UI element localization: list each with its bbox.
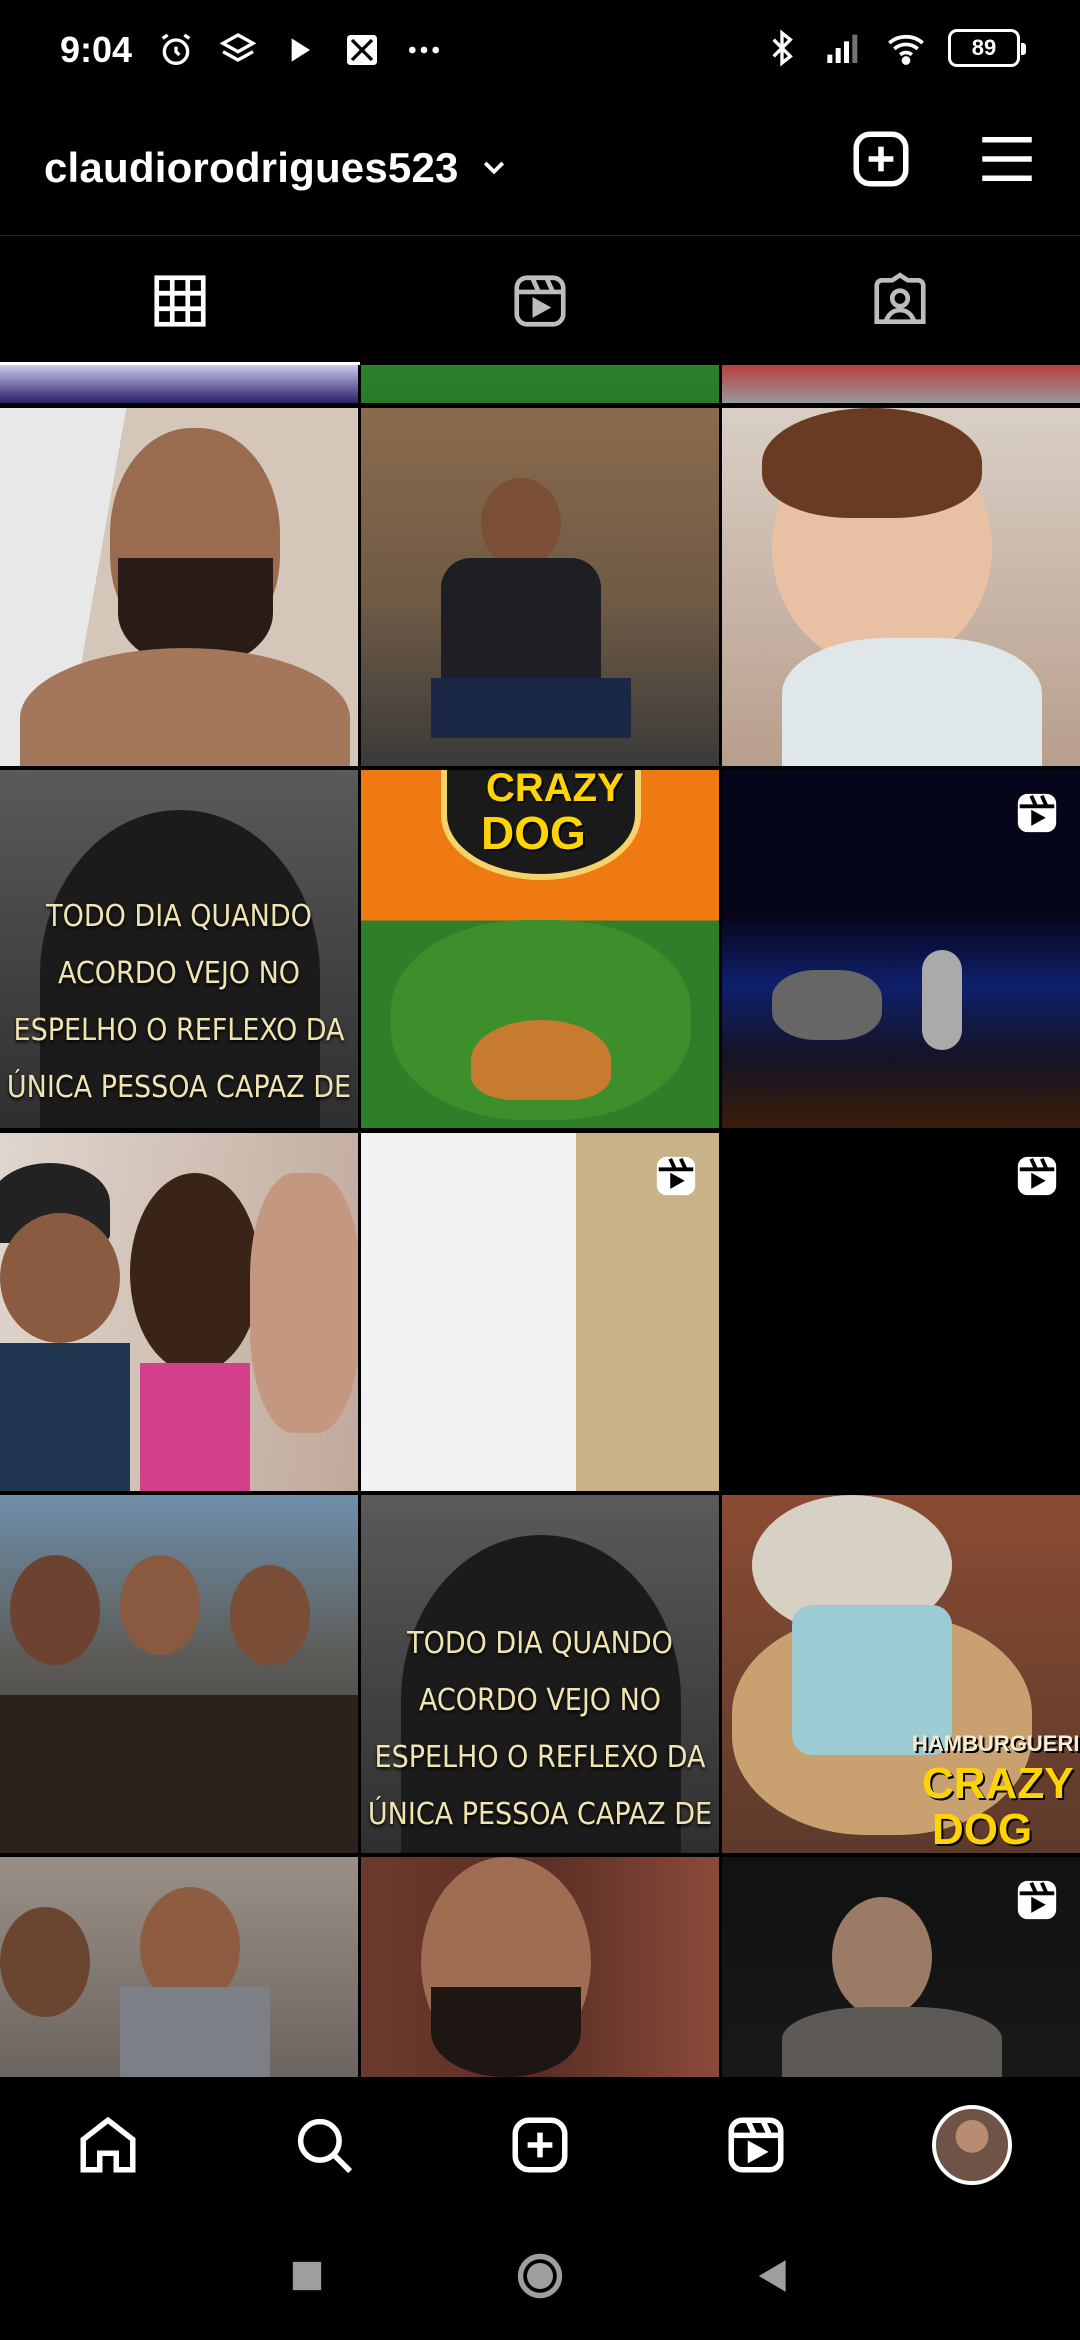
play-icon [291,38,311,62]
wifi-icon [888,34,924,65]
tab-posts[interactable] [0,236,360,365]
bluetooth-icon [772,29,793,67]
photo-shorts [431,678,631,738]
status-left-icons [156,30,444,70]
burger-image [471,1020,611,1100]
grid-post[interactable] [0,408,358,766]
photo-hair [130,1173,260,1373]
photo-shoulders [20,648,350,766]
grid-post[interactable]: TODO DIA QUANDO ACORDO VEJO NO ESPELHO O… [361,1495,719,1853]
menu-icon[interactable] [974,126,1040,192]
square-icon [292,2261,321,2291]
layers-icon [219,33,257,62]
header-actions [848,126,1040,192]
battery-icon: 89 [948,29,1026,67]
grid-icon [154,274,206,327]
username-switcher[interactable]: claudiorodrigues523 [44,144,459,192]
stage-drums [772,970,882,1040]
back-button[interactable] [733,2236,813,2316]
grid-post[interactable] [361,408,719,766]
grid-post[interactable]: HAMBURGUERIA CRAZY DOG [722,1495,1080,1853]
grid-post[interactable] [722,1133,1080,1491]
photo-face [120,1555,200,1655]
status-bar: 9:04 89 [0,0,1080,100]
brand-crazy: CRAZY [486,770,624,810]
nav-home[interactable] [48,2085,168,2205]
photo-face [0,1907,90,2017]
photo-baby-hair [762,408,982,518]
app-icon [347,35,378,65]
photo-face [250,1173,358,1433]
alarm-icon [161,33,191,65]
home-button[interactable] [500,2236,580,2316]
signal-icon [827,34,858,63]
photo-beard [431,1987,581,2077]
tab-reels[interactable] [360,236,720,365]
new-post-icon[interactable] [848,126,914,192]
photo-dress [140,1363,250,1491]
photo-face [0,1213,120,1343]
chevron-down-icon[interactable] [479,153,509,183]
grid-post[interactable] [0,1495,358,1853]
brand-dog: DOG [932,1805,1033,1853]
reel-badge-icon [1017,793,1057,833]
circle-icon [517,2253,563,2299]
reel-badge-icon [656,1156,696,1196]
home-icon [80,2116,136,2172]
create-icon [512,2117,568,2172]
status-time: 9:04 [60,29,133,70]
grid-post[interactable]: TODO DIA QUANDO ACORDO VEJO NO ESPELHO O… [0,770,358,1128]
photo-face [832,1897,932,2017]
reel-badge-icon [1017,1880,1057,1920]
stage-performer [922,950,962,1050]
photo-table [0,1695,358,1853]
system-navigation [0,2212,1080,2340]
photo-face [230,1565,310,1665]
posts-grid: TODO DIA QUANDO ACORDO VEJO NO ESPELHO O… [0,365,1080,2077]
more-icon [409,46,440,54]
reels-icon [728,2117,784,2172]
grid-post[interactable] [722,408,1080,766]
battery-level: 89 [971,35,997,60]
photo-shirt [120,1987,270,2077]
photo-baby-shirt [782,638,1042,766]
photo-shirt [0,1343,130,1491]
nav-search[interactable] [264,2085,384,2205]
bottom-navigation [0,2077,1080,2212]
status-right-icons: 89 [762,28,1026,68]
grid-post[interactable] [722,1857,1080,2077]
grid-post[interactable] [0,1133,358,1491]
grid-post[interactable] [722,365,1080,403]
profile-header: claudiorodrigues523 [0,100,1080,235]
reels-icon [514,274,566,327]
grid-post[interactable]: CRAZY DOG [361,770,719,1128]
grid-post[interactable] [0,365,358,403]
grid-post[interactable] [722,770,1080,1128]
profile-tabs [0,235,1080,365]
tagged-icon [874,271,926,324]
quote-text: TODO DIA QUANDO ACORDO VEJO NO ESPELHO O… [367,1626,713,1832]
reel-badge-icon [1017,1156,1057,1196]
search-icon [297,2118,353,2173]
grid-post[interactable] [0,1857,358,2077]
nav-create[interactable] [480,2085,600,2205]
photo-face [10,1555,100,1665]
nav-reels[interactable] [696,2085,816,2205]
back-icon [759,2260,786,2292]
brand-hamburgueria: HAMBURGUERIA [912,1731,1080,1756]
nav-profile[interactable] [912,2085,1032,2205]
photo-shirt [782,2007,1002,2077]
profile-avatar [932,2104,1012,2185]
grid-post[interactable] [361,365,719,403]
brand-dog: DOG [481,807,586,859]
brand-crazy: CRAZY [922,1759,1074,1808]
grid-post[interactable] [361,1857,719,2077]
grid-post[interactable] [361,1133,719,1491]
recents-button[interactable] [267,2236,347,2316]
quote-text: TODO DIA QUANDO ACORDO VEJO NO ESPELHO O… [6,899,352,1128]
photo-face [481,478,561,568]
tab-tagged[interactable] [720,236,1080,365]
